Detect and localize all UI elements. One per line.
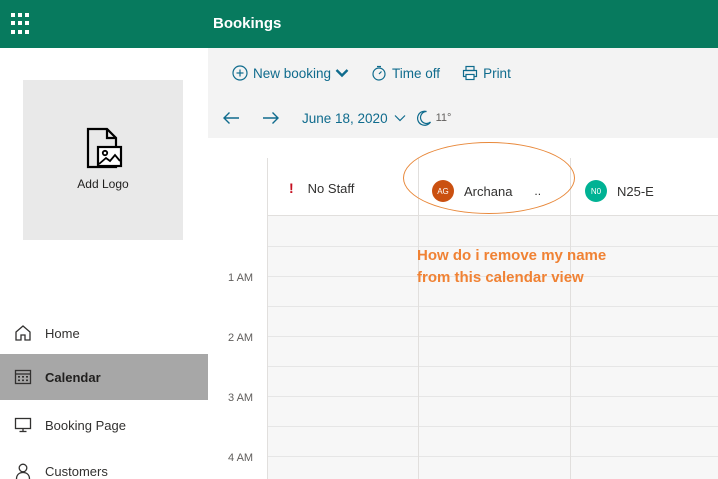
person-icon (0, 462, 45, 479)
sidebar-item-booking-page[interactable]: Booking Page (0, 402, 208, 448)
monitor-icon (0, 416, 45, 434)
weather-indicator: 11° (416, 110, 452, 126)
column-divider (418, 158, 419, 479)
time-label: 4 AM (228, 452, 254, 464)
staff-column-no-staff[interactable]: ! No Staff (289, 180, 354, 196)
sidebar-item-label: Home (45, 325, 80, 341)
time-off-label: Time off (392, 65, 441, 81)
sidebar-item-label: Customers (45, 463, 108, 479)
annotation-circle (403, 142, 575, 214)
staff-name: No Staff (307, 180, 355, 196)
staff-column-n25[interactable]: N0 N25-E (585, 180, 654, 202)
add-logo-label: Add Logo (77, 177, 129, 191)
time-label: 1 AM (228, 272, 254, 284)
temperature: 11° (435, 112, 452, 124)
calendar-icon (0, 368, 45, 386)
date-navigation: June 18, 2020 11° (208, 98, 718, 138)
sidebar-item-home[interactable]: Home (0, 310, 208, 356)
sidebar-item-customers[interactable]: Customers (0, 448, 208, 479)
app-launcher-icon[interactable] (10, 12, 34, 36)
staff-name: N25-E (617, 183, 654, 199)
image-file-icon (86, 127, 123, 169)
column-divider (267, 158, 268, 479)
top-bar: Bookings (0, 0, 718, 48)
home-icon (0, 324, 45, 342)
arrow-right-icon[interactable] (262, 111, 280, 125)
chevron-down-icon[interactable] (335, 68, 349, 78)
add-circle-icon (232, 65, 248, 81)
sidebar-item-label: Calendar (45, 369, 101, 385)
stopwatch-icon (372, 65, 386, 81)
new-booking-button[interactable]: New booking (232, 65, 349, 81)
arrow-left-icon[interactable] (222, 111, 240, 125)
hour-divider (267, 306, 718, 307)
hour-divider (267, 456, 718, 457)
hour-divider (267, 396, 718, 397)
time-label: 3 AM (228, 392, 254, 404)
print-label: Print (483, 65, 511, 81)
add-logo-button[interactable]: Add Logo (23, 80, 183, 240)
exclamation-icon: ! (289, 180, 294, 196)
hour-divider (267, 336, 718, 337)
time-gutter: 1 AM 2 AM 3 AM 4 AM (208, 138, 267, 479)
printer-icon (462, 65, 478, 81)
sidebar-item-label: Booking Page (45, 417, 126, 433)
command-bar: New booking Time off Print (208, 48, 718, 98)
avatar: N0 (585, 180, 607, 202)
column-divider (570, 158, 571, 479)
sidebar: Add Logo Home Calendar Booking Page Cust… (0, 48, 208, 479)
date-picker[interactable]: June 18, 2020 (302, 111, 388, 126)
print-button[interactable]: Print (462, 65, 511, 81)
hour-divider (267, 426, 718, 427)
sidebar-item-calendar[interactable]: Calendar (0, 354, 208, 400)
app-title: Bookings (213, 15, 282, 32)
annotation-text: How do i remove my name from this calend… (417, 247, 607, 286)
new-booking-label: New booking (253, 65, 332, 81)
time-label: 2 AM (228, 332, 254, 344)
chevron-down-icon[interactable] (394, 114, 406, 122)
hour-divider (267, 366, 718, 367)
time-off-button[interactable]: Time off (371, 65, 440, 81)
moon-icon (416, 110, 431, 126)
